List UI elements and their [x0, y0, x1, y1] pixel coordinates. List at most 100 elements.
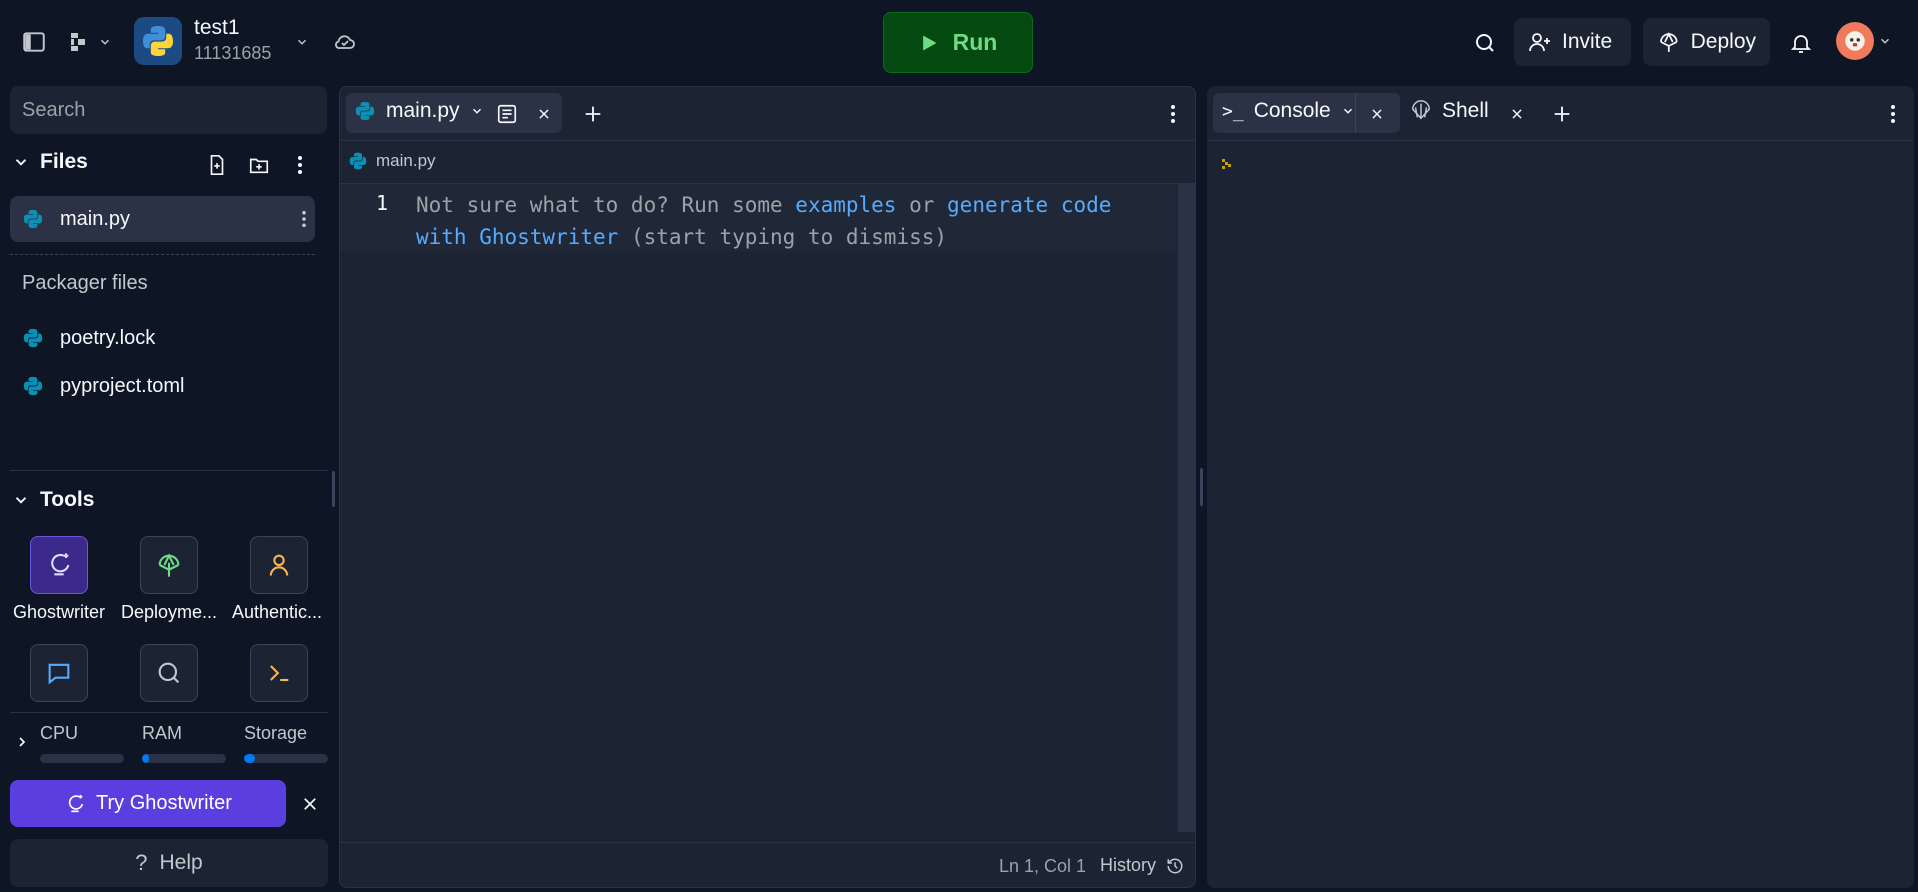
python-file-icon [23, 328, 43, 348]
tab-console-content[interactable]: >_ Console [1222, 99, 1355, 123]
files-section-header[interactable]: Files [12, 150, 88, 174]
code-editor-hint[interactable]: Not sure what to do? Run some examples o… [416, 189, 1156, 253]
authentication-icon [269, 554, 289, 576]
console-panel: >_ Console Shell [1207, 86, 1914, 888]
toggle-sidebar-icon[interactable] [16, 24, 52, 60]
history-button[interactable]: History [1100, 855, 1184, 876]
editor-scrollbar[interactable] [1178, 184, 1195, 832]
divider [10, 712, 328, 713]
breadcrumb[interactable]: main.py [348, 151, 436, 171]
top-bar: test1 11131685 Run Invite Deploy [0, 0, 1918, 86]
replit-logo-icon [71, 33, 85, 51]
try-ghostwriter-button[interactable]: Try Ghostwriter [10, 780, 286, 827]
generate-code-link[interactable]: generate code [947, 193, 1111, 217]
chevron-down-icon[interactable] [1341, 104, 1355, 118]
line-number: 1 [376, 191, 389, 215]
tab-label: main.py [386, 99, 460, 122]
new-folder-icon[interactable] [243, 150, 275, 180]
cloud-saved-icon[interactable] [328, 26, 362, 58]
file-item-pyproject-toml[interactable]: pyproject.toml [10, 363, 315, 409]
generate-code-link-cont[interactable]: with Ghostwriter [416, 225, 618, 249]
deployments-tool-button[interactable] [140, 536, 198, 594]
tab-main-py-content[interactable]: main.py [354, 99, 484, 123]
notifications-bell-icon[interactable] [1782, 24, 1820, 62]
history-icon [1167, 858, 1183, 873]
dismiss-ghostwriter-close-icon[interactable] [296, 790, 324, 818]
ram-usage-bar [142, 754, 226, 763]
invite-label: Invite [1562, 30, 1613, 53]
ghostwriter-tool-button[interactable] [30, 536, 88, 594]
editor-more-icon[interactable] [1160, 99, 1186, 129]
add-user-icon [1529, 33, 1550, 52]
console-output[interactable] [1208, 142, 1913, 887]
search-placeholder: Search [22, 98, 86, 121]
console-prompt-icon: >_ [1222, 100, 1244, 122]
file-item-poetry-lock[interactable]: poetry.lock [10, 315, 315, 361]
cpu-label: CPU [40, 723, 79, 743]
python-file-icon [23, 209, 43, 229]
examples-link[interactable]: examples [795, 193, 896, 217]
repl-name[interactable]: test1 [194, 16, 240, 40]
packager-files-title: Packager files [22, 272, 148, 294]
close-console-tab-icon[interactable] [1363, 100, 1391, 128]
console-more-icon[interactable] [1880, 99, 1906, 129]
help-button[interactable]: ? Help [10, 839, 328, 887]
search-icon [158, 662, 180, 684]
deployments-tool-label: Deployme... [120, 602, 218, 622]
hint-text: Not sure what to do? Run some [416, 193, 796, 217]
authentication-tool-button[interactable] [250, 536, 308, 594]
account-menu-chevron-icon[interactable] [1876, 32, 1894, 50]
divider [1355, 93, 1356, 133]
close-shell-tab-icon[interactable] [1503, 100, 1531, 128]
chevron-down-icon [15, 159, 27, 166]
help-question-icon: ? [135, 850, 148, 875]
tab-shell[interactable]: Shell [1410, 99, 1489, 123]
chevron-down-icon[interactable] [470, 104, 484, 118]
deployments-icon [158, 553, 180, 577]
search-icon[interactable] [1466, 24, 1504, 62]
run-button[interactable]: Run [883, 12, 1033, 73]
panel-resize-handle[interactable] [1200, 468, 1203, 506]
repl-id: 11131685 [194, 43, 272, 63]
sidebar-resize-handle[interactable] [332, 471, 335, 507]
tools-section-header[interactable]: Tools [12, 488, 94, 512]
divider [10, 254, 315, 255]
search-tool-button[interactable] [140, 644, 198, 702]
file-name: main.py [60, 207, 131, 230]
shell-tool-button[interactable] [250, 644, 308, 702]
files-title: Files [40, 150, 88, 173]
shell-icon [270, 665, 289, 682]
search-input[interactable]: Search [10, 86, 327, 134]
ghostwriter-tool-label: Ghostwriter [12, 602, 106, 622]
storage-usage-bar [244, 754, 328, 763]
workspace-menu-button[interactable] [64, 24, 116, 60]
file-name: poetry.lock [60, 326, 156, 349]
avatar-face-icon [1845, 31, 1865, 51]
repl-language-icon [134, 17, 182, 65]
invite-button[interactable]: Invite [1514, 18, 1631, 66]
file-more-icon[interactable] [301, 210, 307, 228]
files-more-icon[interactable] [287, 150, 313, 180]
cursor-position[interactable]: Ln 1, Col 1 [999, 856, 1086, 877]
new-file-icon[interactable] [202, 150, 232, 180]
repl-menu-chevron-icon[interactable] [290, 30, 314, 54]
tools-title: Tools [40, 488, 95, 511]
editor-format-icon[interactable] [492, 99, 522, 129]
resources-expand-chevron-icon[interactable] [12, 732, 32, 752]
new-tab-plus-icon[interactable] [578, 99, 608, 129]
play-icon [922, 35, 937, 50]
breadcrumb-file: main.py [376, 151, 436, 170]
divider [10, 470, 328, 471]
close-tab-icon[interactable] [530, 100, 558, 128]
chat-tool-button[interactable] [30, 644, 88, 702]
chevron-down-icon [15, 497, 27, 504]
avatar[interactable] [1836, 22, 1874, 60]
new-pane-tab-plus-icon[interactable] [1547, 99, 1577, 129]
try-ghostwriter-label: Try Ghostwriter [96, 792, 232, 814]
file-name: pyproject.toml [60, 374, 185, 397]
deploy-button[interactable]: Deploy [1643, 18, 1770, 66]
history-label: History [1100, 855, 1157, 875]
ghostwriter-icon [68, 794, 84, 812]
file-item-main-py[interactable]: main.py [10, 196, 315, 242]
deploy-icon [1660, 32, 1678, 52]
